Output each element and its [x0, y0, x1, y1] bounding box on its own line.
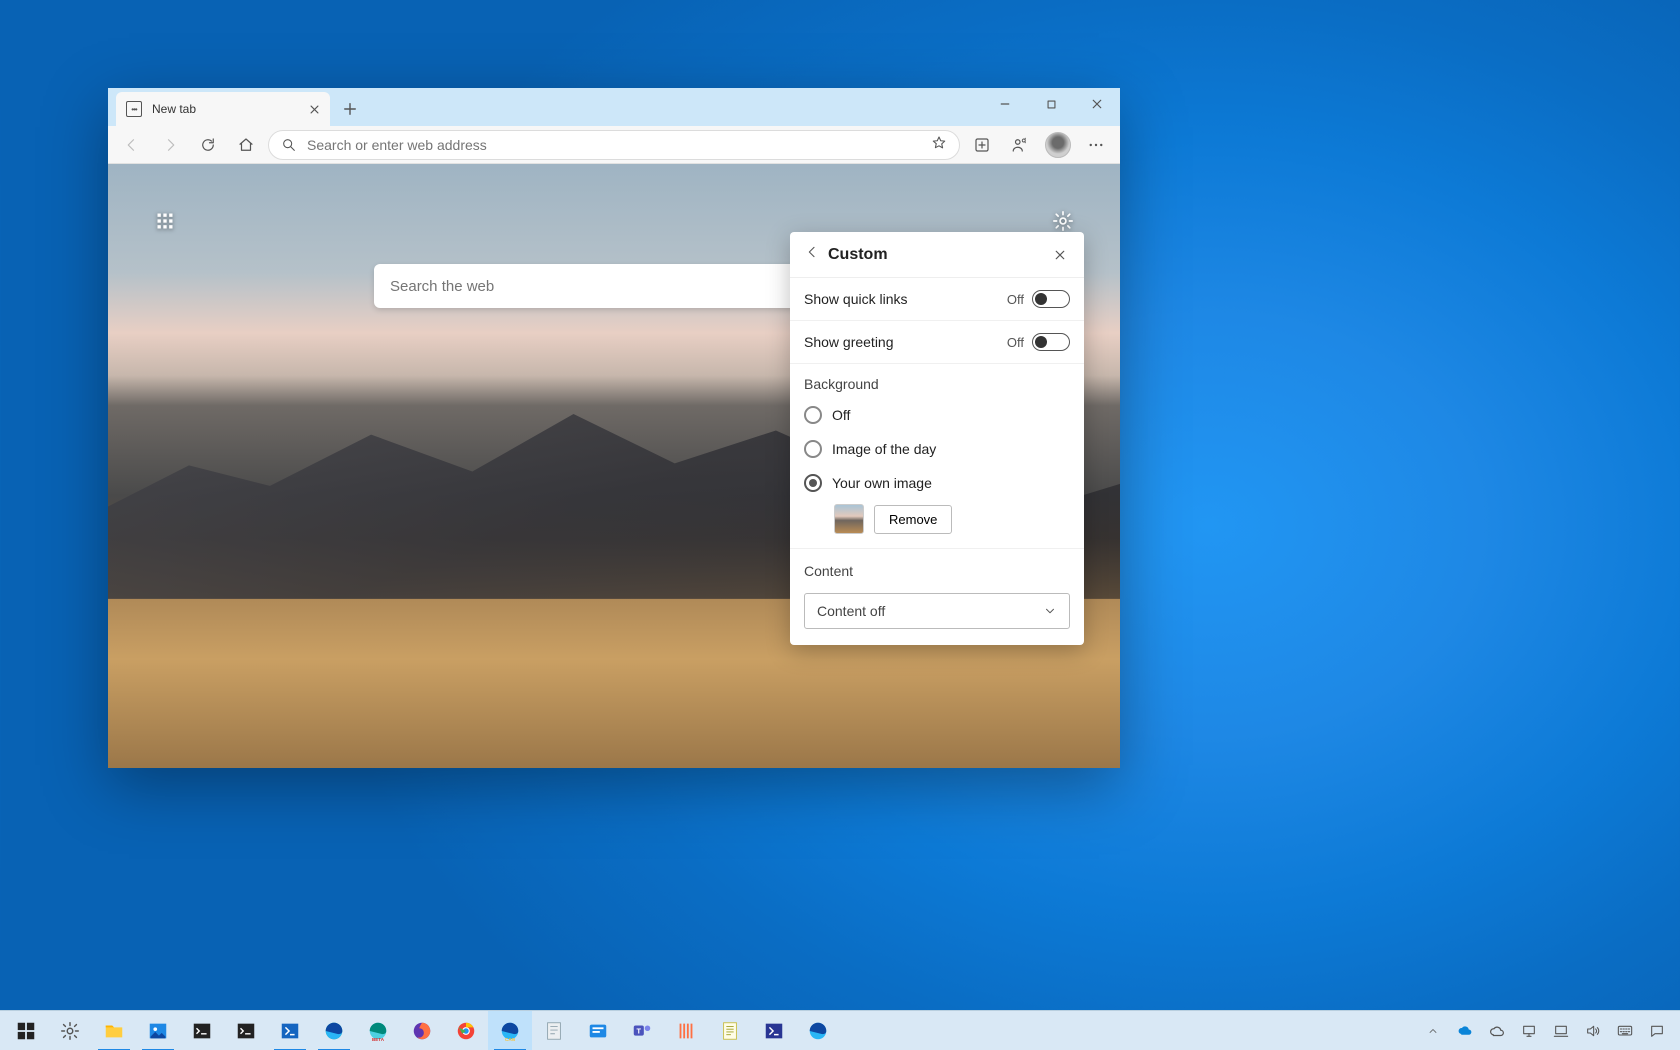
- tray-cloud-icon[interactable]: [1482, 1011, 1512, 1050]
- taskbar-notepad-app[interactable]: [532, 1011, 576, 1050]
- bg-radio-own-image-label: Your own image: [832, 475, 932, 491]
- window-minimize-button[interactable]: [982, 88, 1028, 120]
- bg-radio-image-of-day[interactable]: Image of the day: [790, 432, 1084, 466]
- tray-keyboard-icon[interactable]: [1610, 1011, 1640, 1050]
- search-icon: [281, 137, 297, 153]
- quick-links-row: Show quick links Off: [790, 278, 1084, 321]
- own-image-controls: Remove: [790, 500, 1084, 549]
- new-tab-page: Custom Show quick links Off Show greetin…: [108, 164, 1120, 768]
- taskbar-firefox[interactable]: [400, 1011, 444, 1050]
- browser-tab[interactable]: ••• New tab: [116, 92, 330, 126]
- window-close-button[interactable]: [1074, 88, 1120, 120]
- ntp-apps-button[interactable]: [148, 204, 182, 238]
- favorite-icon[interactable]: [931, 135, 947, 154]
- start-button[interactable]: [4, 1011, 48, 1050]
- greeting-label: Show greeting: [804, 334, 894, 350]
- panel-header: Custom: [790, 232, 1084, 278]
- tab-favicon: •••: [126, 101, 142, 117]
- browser-window: ••• New tab: [108, 88, 1120, 768]
- toolbar: [108, 126, 1120, 164]
- address-input[interactable]: [307, 137, 921, 153]
- tray-overflow-button[interactable]: [1418, 1011, 1448, 1050]
- taskbar-file-explorer[interactable]: [92, 1011, 136, 1050]
- taskbar-teams[interactable]: T: [620, 1011, 664, 1050]
- ntp-search-input[interactable]: [390, 278, 838, 295]
- background-section-title: Background: [790, 364, 1084, 398]
- taskbar-chrome[interactable]: [444, 1011, 488, 1050]
- home-button[interactable]: [230, 129, 262, 161]
- new-tab-button[interactable]: [336, 95, 364, 123]
- bg-thumbnail[interactable]: [834, 504, 864, 534]
- address-bar[interactable]: [268, 130, 960, 160]
- taskbar-edge-2[interactable]: [796, 1011, 840, 1050]
- bg-radio-image-of-day-label: Image of the day: [832, 441, 936, 457]
- collections-button[interactable]: [966, 129, 998, 161]
- taskbar-edge-canary[interactable]: CAN: [488, 1011, 532, 1050]
- greeting-status: Off: [1007, 335, 1024, 350]
- svg-text:T: T: [637, 1026, 642, 1035]
- tray-notifications-icon[interactable]: [1642, 1011, 1672, 1050]
- taskbar-edge[interactable]: [312, 1011, 356, 1050]
- custom-layout-panel: Custom Show quick links Off Show greetin…: [790, 232, 1084, 645]
- taskbar-powershell-2[interactable]: [752, 1011, 796, 1050]
- refresh-button[interactable]: [192, 129, 224, 161]
- taskbar: BETA CAN T: [0, 1010, 1680, 1050]
- quick-links-label: Show quick links: [804, 291, 908, 307]
- taskbar-edge-beta[interactable]: BETA: [356, 1011, 400, 1050]
- content-select-value: Content off: [817, 603, 885, 619]
- taskbar-powershell[interactable]: [268, 1011, 312, 1050]
- tray-display-icon[interactable]: [1514, 1011, 1544, 1050]
- greeting-toggle[interactable]: [1032, 333, 1070, 351]
- radio-icon: [804, 474, 822, 492]
- taskbar-app-4[interactable]: [664, 1011, 708, 1050]
- window-controls: [982, 88, 1120, 120]
- ntp-search-box[interactable]: [374, 264, 854, 308]
- svg-text:BETA: BETA: [372, 1037, 385, 1042]
- bg-radio-off[interactable]: Off: [790, 398, 1084, 432]
- system-tray: [1418, 1011, 1676, 1050]
- taskbar-photos[interactable]: [136, 1011, 180, 1050]
- panel-title: Custom: [828, 246, 888, 264]
- window-maximize-button[interactable]: [1028, 88, 1074, 120]
- content-select[interactable]: Content off: [804, 593, 1070, 629]
- profile-switcher-button[interactable]: [1004, 129, 1036, 161]
- titlebar: ••• New tab: [108, 88, 1120, 126]
- back-button[interactable]: [116, 129, 148, 161]
- panel-back-button[interactable]: [804, 244, 820, 265]
- radio-icon: [804, 406, 822, 424]
- taskbar-terminal-2[interactable]: [224, 1011, 268, 1050]
- taskbar-app-2[interactable]: [576, 1011, 620, 1050]
- svg-text:CAN: CAN: [505, 1037, 515, 1042]
- tray-onedrive-icon[interactable]: [1450, 1011, 1480, 1050]
- greeting-row: Show greeting Off: [790, 321, 1084, 364]
- quick-links-status: Off: [1007, 292, 1024, 307]
- profile-avatar[interactable]: [1042, 129, 1074, 161]
- chevron-down-icon: [1043, 604, 1057, 618]
- quick-links-toggle[interactable]: [1032, 290, 1070, 308]
- tab-title: New tab: [152, 102, 196, 116]
- remove-image-button[interactable]: Remove: [874, 505, 952, 534]
- tray-network-icon[interactable]: [1546, 1011, 1576, 1050]
- taskbar-terminal-1[interactable]: [180, 1011, 224, 1050]
- taskbar-settings[interactable]: [48, 1011, 92, 1050]
- tab-close-button[interactable]: [306, 101, 322, 117]
- more-menu-button[interactable]: [1080, 129, 1112, 161]
- taskbar-notepad[interactable]: [708, 1011, 752, 1050]
- tray-volume-icon[interactable]: [1578, 1011, 1608, 1050]
- bg-radio-own-image[interactable]: Your own image: [790, 466, 1084, 500]
- content-section-title: Content: [790, 549, 1084, 585]
- avatar-icon: [1045, 132, 1071, 158]
- panel-close-button[interactable]: [1050, 245, 1070, 265]
- bg-radio-off-label: Off: [832, 407, 850, 423]
- forward-button[interactable]: [154, 129, 186, 161]
- radio-icon: [804, 440, 822, 458]
